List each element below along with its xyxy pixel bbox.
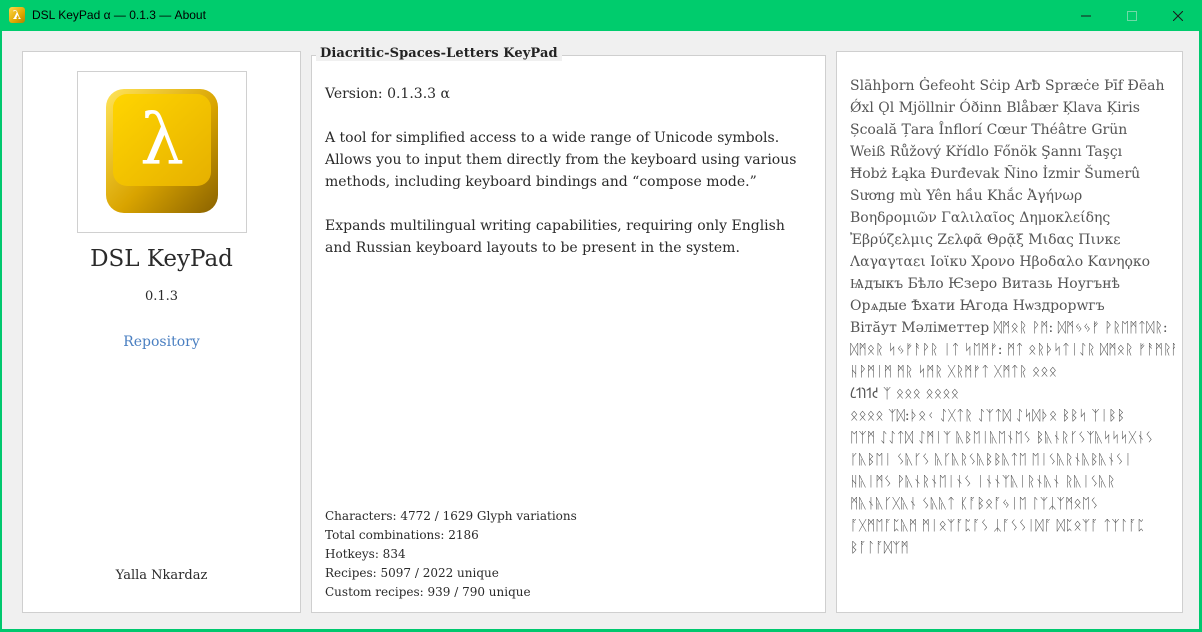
sample-line: Ħobż Łąka Đurđevak Ñino İzmir Šumerû [850,166,1141,182]
close-icon [1173,10,1183,21]
groupbox-legend: Diacritic-Spaces-Letters KeyPad [316,46,562,61]
version-line: Version: 0.1.3.3 α [325,86,450,102]
description-text: Version: 0.1.3.3 α A tool for simplified… [325,83,815,281]
sample-line: ᛒᚪᛚᚪᛞᛉᛗ [850,540,909,556]
sample-line: Λαγαγταει Ιοϊκυ Χρονο Ηβοδαλο Κανηϙκο [850,254,1151,270]
sample-line: Ἐβρύζελμις Ζελφᾶ Θρᾷξ Μιδας Πινκε [850,232,1121,248]
maximize-button[interactable] [1109,0,1155,31]
sample-line: Weiß Růžový Křídlo Főnök Şannı Taşçı [850,144,1123,160]
sample-line: ᛟᛟᛟᛟ ᛉᛞ:ᚦᛟᚲ ᛇᚷᛏᚱ ᛇᛉᛏᛞ ᛇᛋᛞᚦᛟ ᛒᛒᛋ ᛉᛁᛒᛒ [850,408,1126,424]
sample-line: Ǿxl Ǫl Mjöllnir Óðinn Blåbær Ķlava Ķiris [850,100,1140,116]
sample-line: 𐑖𐑑𐑐𐑑𐑒 ᛉ ᛟᛟᛟ ᛟᛟᛟᛟ [850,386,960,402]
stats-list: Characters: 4772 / 1629 Glyph variations… [325,507,815,602]
app-version: 0.1.3 [144,289,179,304]
minimize-button[interactable] [1063,0,1109,31]
sample-line: Βοηδρομιῶν Γαλιλαῖος Δημοκλείδης [850,210,1111,226]
description-groupbox: Version: 0.1.3.3 α A tool for simplified… [311,55,826,613]
window-title: DSL KeyPad α — 0.1.3 — About [32,8,206,22]
about-dialog-body: λ DSL KeyPad 0.1.3 Repository Yalla Nkar… [2,31,1199,629]
stat-hotkeys: Hotkeys: 834 [325,547,406,561]
stat-recipes: Recipes: 5097 / 2022 unique [325,566,499,580]
svg-text:λ: λ [140,99,184,181]
sample-line: Ѩдꙑкъ Бѣло Ѥзеро Витазь Ноугънѣ [850,276,1120,292]
sample-line: ᛞᛗᛟᚱ ᛋᛃᚠᚨᚹᚱ ᛁᛏ ᛋᛖᛗᚠ: ᛗᛏ ᛟᚱᚦᛋᛏᛁᛇᚱ ᛞᛗᛟᚱ ᚠᚨ… [850,342,1175,358]
sample-line: ᚪᚷᛗᛖᚪᛈᚣᛗ ᛗᛁᛟᛉᚪᛈᚪᛊ ᛣᚪᛊᛊᛁᛞᚪ ᛞᛈᛟᛉᚪ ᛏᛉᛚᚪᛈ [850,518,1145,534]
sample-line: ᚺᚹᛗᛁᛗ ᛗᚱ ᛋᛗᚱ ᚷᚱᛗᚠᛏ ᚷᛗᛏᚱ ᛟ‌ᛟ‌ᛟ [850,364,1058,380]
author-name: Yalla Nkardaz [115,568,208,583]
stat-total-combinations: Total combinations: 2186 [325,528,479,542]
sample-line: ᛗᚣᚾᚣᚴᚷᚣᚾ ᛊᚣᚣᛏ ᛕᚪᛒᛟᚪᛃᛁᛖ ᛚᛉᛣᛉᛗᛟᛖᛊ [850,496,1099,512]
description-paragraph-2: Expands multilingual writing capabilitie… [325,218,785,256]
stat-custom-recipes: Custom recipes: 939 / 790 unique [325,585,531,599]
logo-frame: λ [77,71,247,233]
sample-line: Școală Țara Înflorí Cœur Théâtre Grün [850,122,1128,138]
sample-line: Орѧдые Ѣхати Ꙗгода Нѡздрорwгъ [850,298,1105,314]
minimize-icon [1081,15,1091,16]
sample-text-panel: Slāhþorn Ġefeoht Sċip Arƀ Spræċe Þīf Ðēa… [836,51,1183,613]
sample-line: Slāhþorn Ġefeoht Sċip Arƀ Spræċe Þīf Ðēa… [850,78,1165,94]
sample-line: Sương mù Yên hầu Khắc Ἀγήνωρ [850,188,1083,204]
sample-line: ᚴᚣᛒᛖᛁ ᛊᚣᚴᛊ ᚣᚴᚣᚱᛊᚣᛒᛒᚣᛏᛖ ᛖᛁᛊᚣᚱᚾᚣᛒᚣᚾᛊᛁ [850,452,1133,468]
sample-line: Вітӑут Мәліметтер ᛞᛗᛟᚱ ᚹᛗ: ᛞᛗᛃᛃᚠ ᚹᚱᛖᛗᛏᛞᚱ… [850,320,1168,336]
maximize-icon [1127,10,1137,21]
app-logo-lambda-icon: λ [106,89,218,213]
sample-line: ᚺᚣᛁᛗᛊ ᚹᚣᚾᚱᚾᛖᛁᚾᛊ ᛁᚾᚾᛉᚣᛁᚱᚾᚣᚾ ᚱᚣᛁᛊᚣᚱ [850,474,1116,490]
description-paragraph-1: A tool for simplified access to a wide r… [325,130,797,190]
repository-link[interactable]: Repository [23,334,300,350]
sample-line: ᛖᛉᛗ ᛇᛇᛏᛞ ᛇᛗᛁᛉ ᚣᛒᛖᛁᚣᛖᚾᛖᛊ ᛒᚣᚾᚱᚴᛊᛉᚣᛋᛋᛋᚷᚾᛊ [850,430,1154,446]
app-info-panel: λ DSL KeyPad 0.1.3 Repository Yalla Nkar… [22,51,301,613]
sample-text: Slāhþorn Ġefeoht Sċip Arƀ Spræċe Þīf Ðēa… [850,75,1175,559]
title-bar: λ DSL KeyPad α — 0.1.3 — About [0,0,1202,31]
app-name: DSL KeyPad [90,246,233,272]
close-button[interactable] [1155,0,1201,31]
stat-characters: Characters: 4772 / 1629 Glyph variations [325,509,577,523]
app-lambda-icon: λ [9,7,25,23]
